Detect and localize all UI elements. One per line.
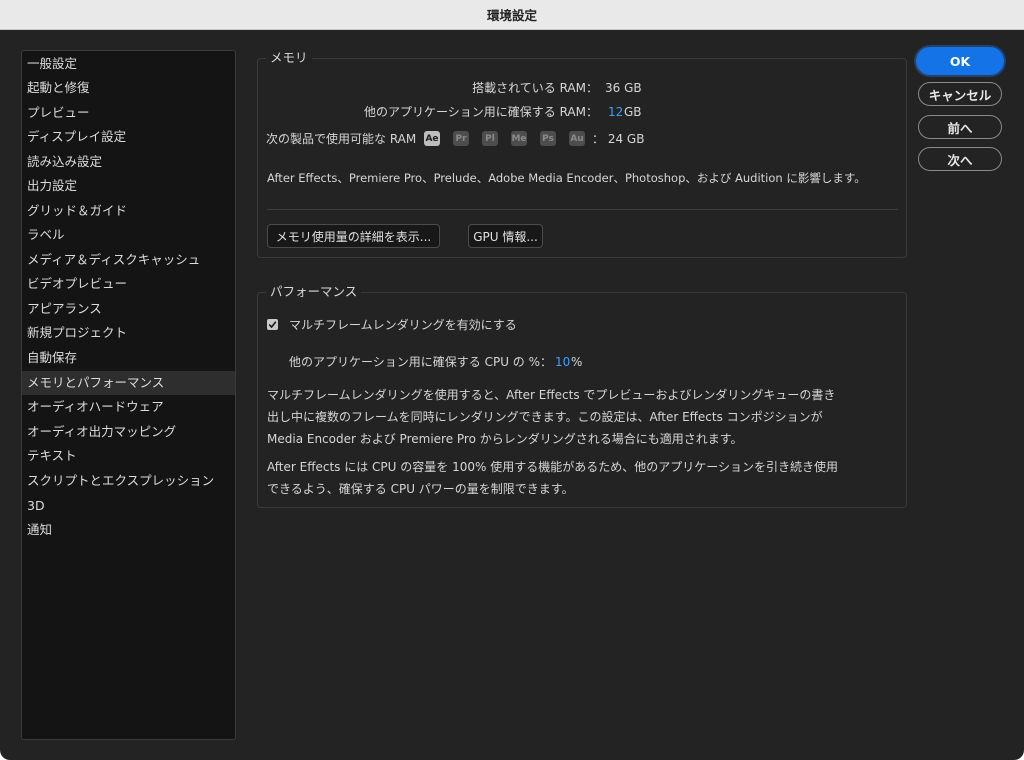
sidebar-item-scripting-expressions[interactable]: スクリプトとエクスプレッション [22, 469, 235, 493]
performance-group-title: パフォーマンス [266, 284, 362, 300]
sidebar-item-auto-save[interactable]: 自動保存 [22, 346, 235, 370]
cancel-button[interactable]: キャンセル [918, 82, 1002, 106]
shared-memory-note: After Effects、Premiere Pro、Prelude、Adobe… [267, 171, 866, 185]
next-button[interactable]: 次へ [918, 147, 1002, 171]
available-ram-label: 次の製品で使用可能な RAM [266, 132, 417, 146]
ps-app-icon: Ps [540, 131, 556, 146]
sidebar-item-media-disk-cache[interactable]: メディア＆ディスクキャッシュ [22, 248, 235, 272]
mfr-description: マルチフレームレンダリングを使用すると、After Effects でプレビュー… [267, 384, 835, 450]
cpu-description: After Effects には CPU の容量を 100% 使用する機能がある… [267, 456, 838, 500]
sidebar-item-grids-guides[interactable]: グリッド＆ガイド [22, 199, 235, 223]
reserved-ram-unit: GB [624, 105, 642, 119]
sidebar-item-notifications[interactable]: 通知 [22, 518, 235, 542]
memory-details-button[interactable]: メモリ使用量の詳細を表示... [267, 224, 440, 248]
cpu-reserve-label: 他のアプリケーション用に確保する CPU の %： [289, 355, 553, 369]
window-titlebar: 環境設定 [0, 0, 1024, 30]
sidebar-item-audio-hardware[interactable]: オーディオハードウェア [22, 395, 235, 419]
app-badges: Ae Pr Pl Me Ps Au [424, 131, 594, 147]
sidebar-item-display[interactable]: ディスプレイ設定 [22, 125, 235, 149]
preferences-window: 一般設定 起動と修復 プレビュー ディスプレイ設定 読み込み設定 出力設定 グリ… [0, 30, 1024, 760]
available-ram-value: ： 24 GB [592, 132, 645, 146]
cpu-description-line: After Effects には CPU の容量を 100% 使用する機能がある… [267, 460, 838, 474]
sidebar-item-output[interactable]: 出力設定 [22, 174, 235, 198]
performance-group: パフォーマンス マルチフレームレンダリングを有効にする 他のアプリケーション用に… [257, 284, 907, 508]
pl-app-icon: Pl [482, 131, 498, 146]
ae-app-icon: Ae [424, 131, 440, 146]
ok-button[interactable]: OK [916, 47, 1004, 75]
sidebar-item-memory-performance[interactable]: メモリとパフォーマンス [22, 371, 235, 395]
previous-button[interactable]: 前へ [918, 115, 1002, 139]
installed-ram-label: 搭載されている RAM： [472, 81, 598, 95]
sidebar-item-appearance[interactable]: アピアランス [22, 297, 235, 321]
sidebar-item-video-preview[interactable]: ビデオプレビュー [22, 272, 235, 296]
au-app-icon: Au [569, 131, 585, 146]
pr-app-icon: Pr [453, 131, 469, 146]
sidebar-item-audio-output-mapping[interactable]: オーディオ出力マッピング [22, 420, 235, 444]
installed-ram-value: 36 GB [605, 81, 642, 95]
mfr-checkbox-label[interactable]: マルチフレームレンダリングを有効にする [289, 317, 517, 333]
sidebar-item-import[interactable]: 読み込み設定 [22, 150, 235, 174]
gpu-info-button[interactable]: GPU 情報... [468, 224, 543, 248]
reserved-ram-value[interactable]: 12 [608, 104, 623, 120]
cpu-description-line: できるよう、確保する CPU パワーの量を制限できます。 [267, 482, 574, 496]
reserved-ram-label: 他のアプリケーション用に確保する RAM： [364, 105, 598, 119]
cpu-reserve-unit: % [571, 355, 583, 369]
sidebar-item-general[interactable]: 一般設定 [22, 52, 235, 76]
memory-group-title: メモリ [266, 50, 312, 66]
sidebar-item-startup-repair[interactable]: 起動と修復 [22, 76, 235, 100]
memory-divider [267, 209, 898, 210]
mfr-description-line: マルチフレームレンダリングを使用すると、After Effects でプレビュー… [267, 388, 836, 402]
sidebar-item-new-project[interactable]: 新規プロジェクト [22, 321, 235, 345]
window-title: 環境設定 [486, 8, 537, 23]
sidebar-item-labels[interactable]: ラベル [22, 223, 235, 247]
memory-group: メモリ 搭載されている RAM： 36 GB 他のアプリケーション用に確保する … [257, 50, 907, 258]
sidebar-item-3d[interactable]: 3D [22, 494, 235, 518]
sidebar-item-previews[interactable]: プレビュー [22, 101, 235, 125]
sidebar-item-type[interactable]: テキスト [22, 444, 235, 468]
me-app-icon: Me [511, 131, 527, 146]
cpu-reserve-value[interactable]: 10 [555, 354, 570, 370]
mfr-description-line: 出し中に複数のフレームを同時にレンダリングできます。この設定は、After Ef… [267, 410, 823, 424]
checkmark-icon [268, 321, 277, 329]
mfr-checkbox[interactable] [267, 319, 278, 330]
sidebar-category-list: 一般設定 起動と修復 プレビュー ディスプレイ設定 読み込み設定 出力設定 グリ… [21, 50, 236, 740]
mfr-description-line: Media Encoder および Premiere Pro からレンダリングさ… [267, 432, 743, 446]
